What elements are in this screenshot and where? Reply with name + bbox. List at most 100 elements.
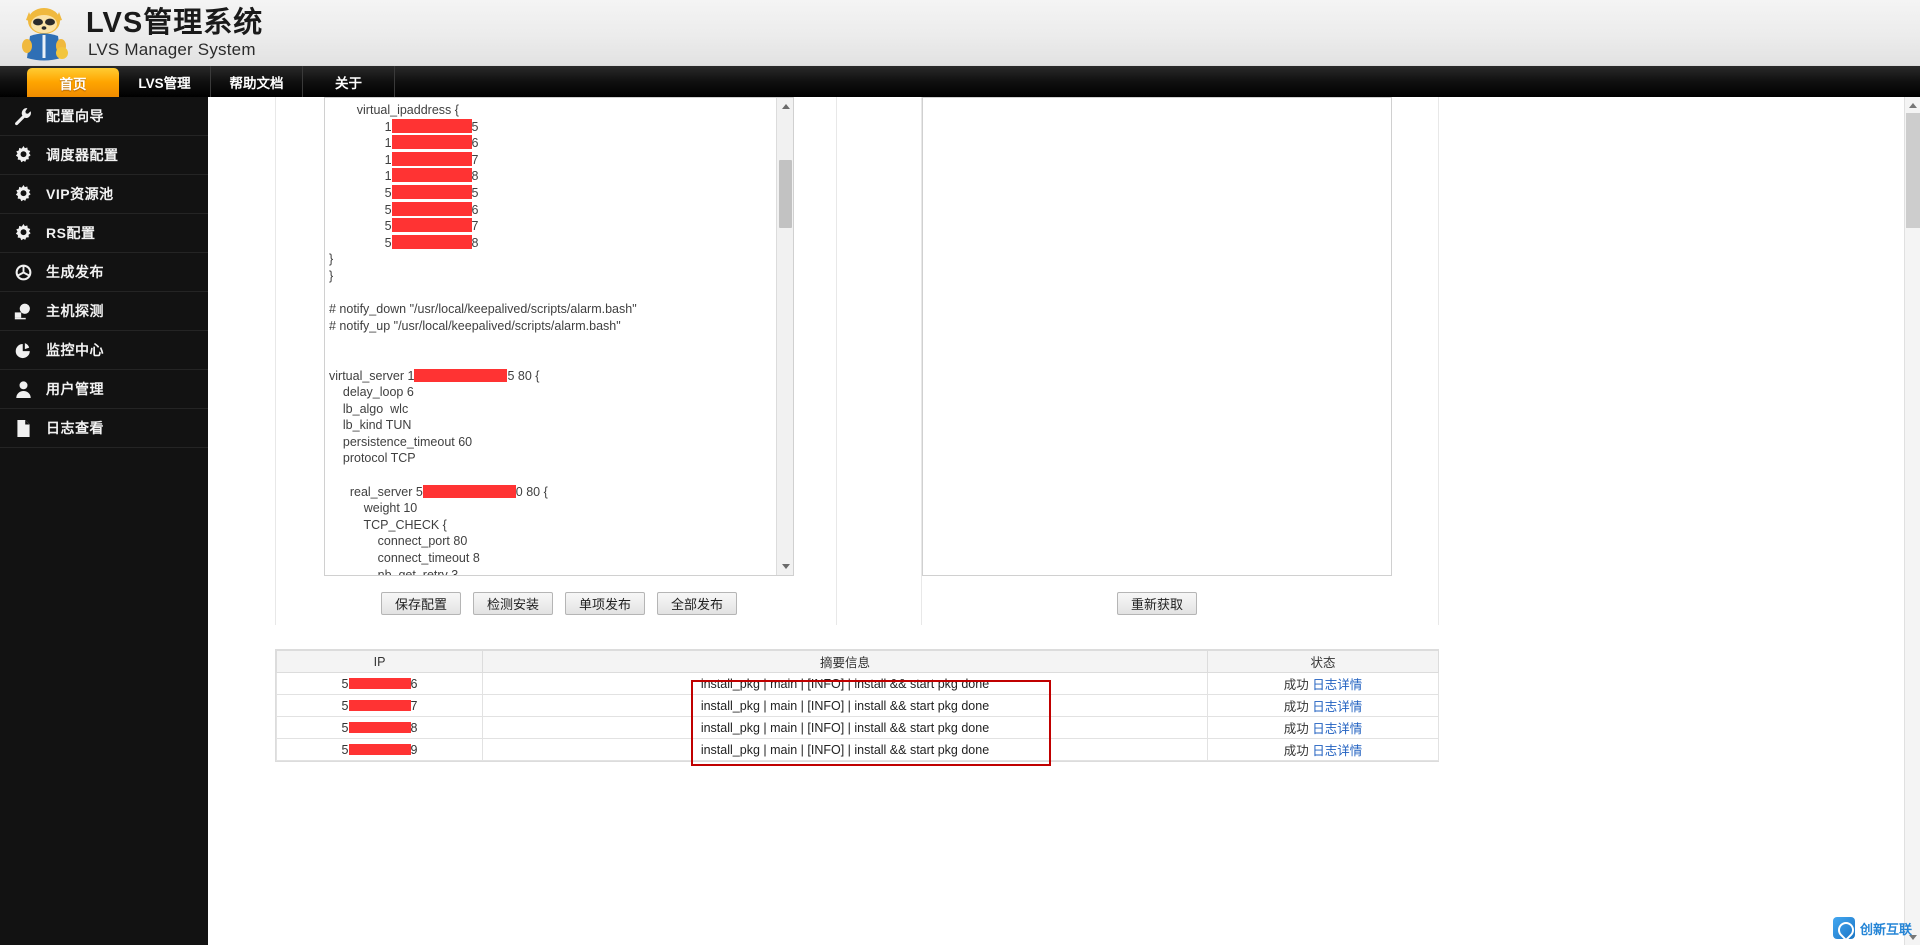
watermark: 创新互联 (1832, 917, 1912, 939)
table-row[interactable]: 58 install_pkg | main | [INFO] | install… (276, 716, 1439, 739)
log-detail-link[interactable]: 日志详情 (1312, 722, 1362, 736)
nav-item-home[interactable]: 首页 (27, 68, 119, 97)
brand-title-cn: LVS管理系统 (86, 7, 264, 39)
page-scrollbar-thumb[interactable] (1906, 113, 1920, 228)
sidebar-item-label: 日志查看 (46, 420, 104, 436)
scrollbar-thumb[interactable] (779, 160, 792, 228)
pie-chart-icon (0, 341, 46, 360)
page-scroll-up-icon[interactable] (1905, 97, 1920, 113)
redaction-block (391, 234, 472, 249)
scroll-up-icon[interactable] (777, 98, 793, 115)
wrench-icon (0, 107, 46, 126)
sidebar-item-log-view[interactable]: 日志查看 (0, 409, 208, 448)
status-text: 成功 (1283, 700, 1309, 714)
cell-ip: 57 (276, 694, 483, 717)
check-install-button[interactable]: 检测安装 (473, 592, 553, 615)
column-header-ip: IP (276, 650, 483, 673)
config-line: 18 (329, 168, 479, 184)
redaction-block (391, 218, 472, 233)
redaction-block (348, 699, 411, 711)
config-line: } } # notify_down "/usr/local/keepalived… (329, 252, 637, 333)
config-line: virtual_ipaddress { (356, 103, 459, 117)
config-line: virtual_server 15 80 { (329, 368, 540, 383)
redaction-block (391, 168, 472, 183)
sidebar-item-label: 主机探测 (46, 303, 104, 319)
sidebar-item-host-probe[interactable]: 主机探测 (0, 292, 208, 331)
nav-item-about[interactable]: 关于 (303, 66, 395, 97)
scroll-down-icon[interactable] (777, 558, 793, 575)
gear-icon (0, 184, 46, 204)
status-text: 成功 (1283, 722, 1309, 736)
publish-all-button[interactable]: 全部发布 (657, 592, 737, 615)
sidebar-item-scheduler-config[interactable]: 调度器配置 (0, 136, 208, 175)
sidebar-item-monitor-center[interactable]: 监控中心 (0, 331, 208, 370)
sidebar-item-label: 调度器配置 (46, 147, 119, 163)
host-probe-icon (0, 302, 46, 321)
redaction-block (391, 151, 472, 166)
log-detail-link[interactable]: 日志详情 (1312, 678, 1362, 692)
single-publish-button[interactable]: 单项发布 (565, 592, 645, 615)
table-row[interactable]: 57 install_pkg | main | [INFO] | install… (276, 694, 1439, 717)
sidebar-item-vip-pool[interactable]: VIP资源池 (0, 175, 208, 214)
config-line: 15 (329, 118, 479, 134)
config-line: 56 (329, 201, 479, 217)
nav-left-pad (0, 66, 27, 97)
cell-status: 成功 日志详情 (1207, 738, 1439, 761)
status-text: 成功 (1283, 744, 1309, 758)
config-line: real_server 50 80 { (329, 484, 548, 499)
config-line: delay_loop 6 lb_algo wlc lb_kind TUN per… (342, 385, 473, 466)
status-text: 成功 (1283, 678, 1309, 692)
cell-status: 成功 日志详情 (1207, 716, 1439, 739)
redaction-block (414, 368, 508, 382)
redaction-block (422, 484, 516, 498)
log-detail-link[interactable]: 日志详情 (1312, 700, 1362, 714)
cell-ip: 59 (276, 738, 483, 761)
sidebar-item-label: 生成发布 (46, 264, 104, 280)
sidebar: 配置向导 调度器配置 VIP资源池 RS配置 生成发布 主机探测 监控中心 用户… (0, 97, 208, 945)
config-line: 55 (329, 184, 479, 200)
table-header-row: IP 摘要信息 状态 (276, 650, 1439, 673)
redaction-block (391, 118, 472, 133)
save-config-button[interactable]: 保存配置 (381, 592, 461, 615)
config-textarea-box[interactable]: virtual_ipaddress { 15 16 17 18 55 56 57… (324, 97, 794, 576)
brand-title-en: LVS Manager System (88, 40, 256, 59)
cell-summary: install_pkg | main | [INFO] | install &&… (482, 694, 1208, 717)
gear-icon (0, 223, 46, 243)
column-header-status: 状态 (1207, 650, 1439, 673)
sidebar-item-label: RS配置 (46, 225, 96, 241)
redaction-block (348, 677, 411, 689)
watermark-logo-icon (1832, 917, 1855, 939)
table-row[interactable]: 56 install_pkg | main | [INFO] | install… (276, 672, 1439, 695)
table-row[interactable]: 59 install_pkg | main | [INFO] | install… (276, 738, 1439, 761)
sidebar-item-label: VIP资源池 (46, 186, 114, 202)
nav-item-lvs-manage[interactable]: LVS管理 (119, 66, 211, 97)
document-icon (0, 419, 46, 438)
cell-summary: install_pkg | main | [INFO] | install &&… (482, 738, 1208, 761)
config-line: 17 (329, 151, 479, 167)
sidebar-item-label: 用户管理 (46, 381, 104, 397)
config-scrollbar[interactable] (776, 98, 793, 575)
refetch-button[interactable]: 重新获取 (1117, 592, 1197, 615)
config-line: 57 (329, 218, 479, 234)
nav-item-help-docs[interactable]: 帮助文档 (211, 66, 303, 97)
config-line: 58 (329, 234, 479, 250)
log-detail-link[interactable]: 日志详情 (1312, 744, 1362, 758)
config-line: 16 (329, 135, 479, 151)
redaction-block (348, 721, 411, 733)
config-textarea[interactable]: virtual_ipaddress { 15 16 17 18 55 56 57… (325, 98, 777, 575)
redaction-block (348, 743, 411, 755)
page-inner: virtual_ipaddress { 15 16 17 18 55 56 57… (208, 97, 1903, 945)
sidebar-item-config-wizard[interactable]: 配置向导 (0, 97, 208, 136)
result-textarea[interactable] (922, 97, 1392, 576)
sidebar-item-user-manage[interactable]: 用户管理 (0, 370, 208, 409)
user-icon (0, 380, 46, 399)
sidebar-item-generate-publish[interactable]: 生成发布 (0, 253, 208, 292)
refresh-icon (0, 263, 46, 282)
cell-status: 成功 日志详情 (1207, 694, 1439, 717)
sidebar-item-rs-config[interactable]: RS配置 (0, 214, 208, 253)
log-table: IP 摘要信息 状态 56 install_pkg | main | [INFO… (275, 649, 1439, 766)
gear-icon (0, 145, 46, 165)
page-scrollbar[interactable] (1904, 97, 1920, 945)
cell-ip: 58 (276, 716, 483, 739)
main-content: virtual_ipaddress { 15 16 17 18 55 56 57… (208, 97, 1920, 945)
